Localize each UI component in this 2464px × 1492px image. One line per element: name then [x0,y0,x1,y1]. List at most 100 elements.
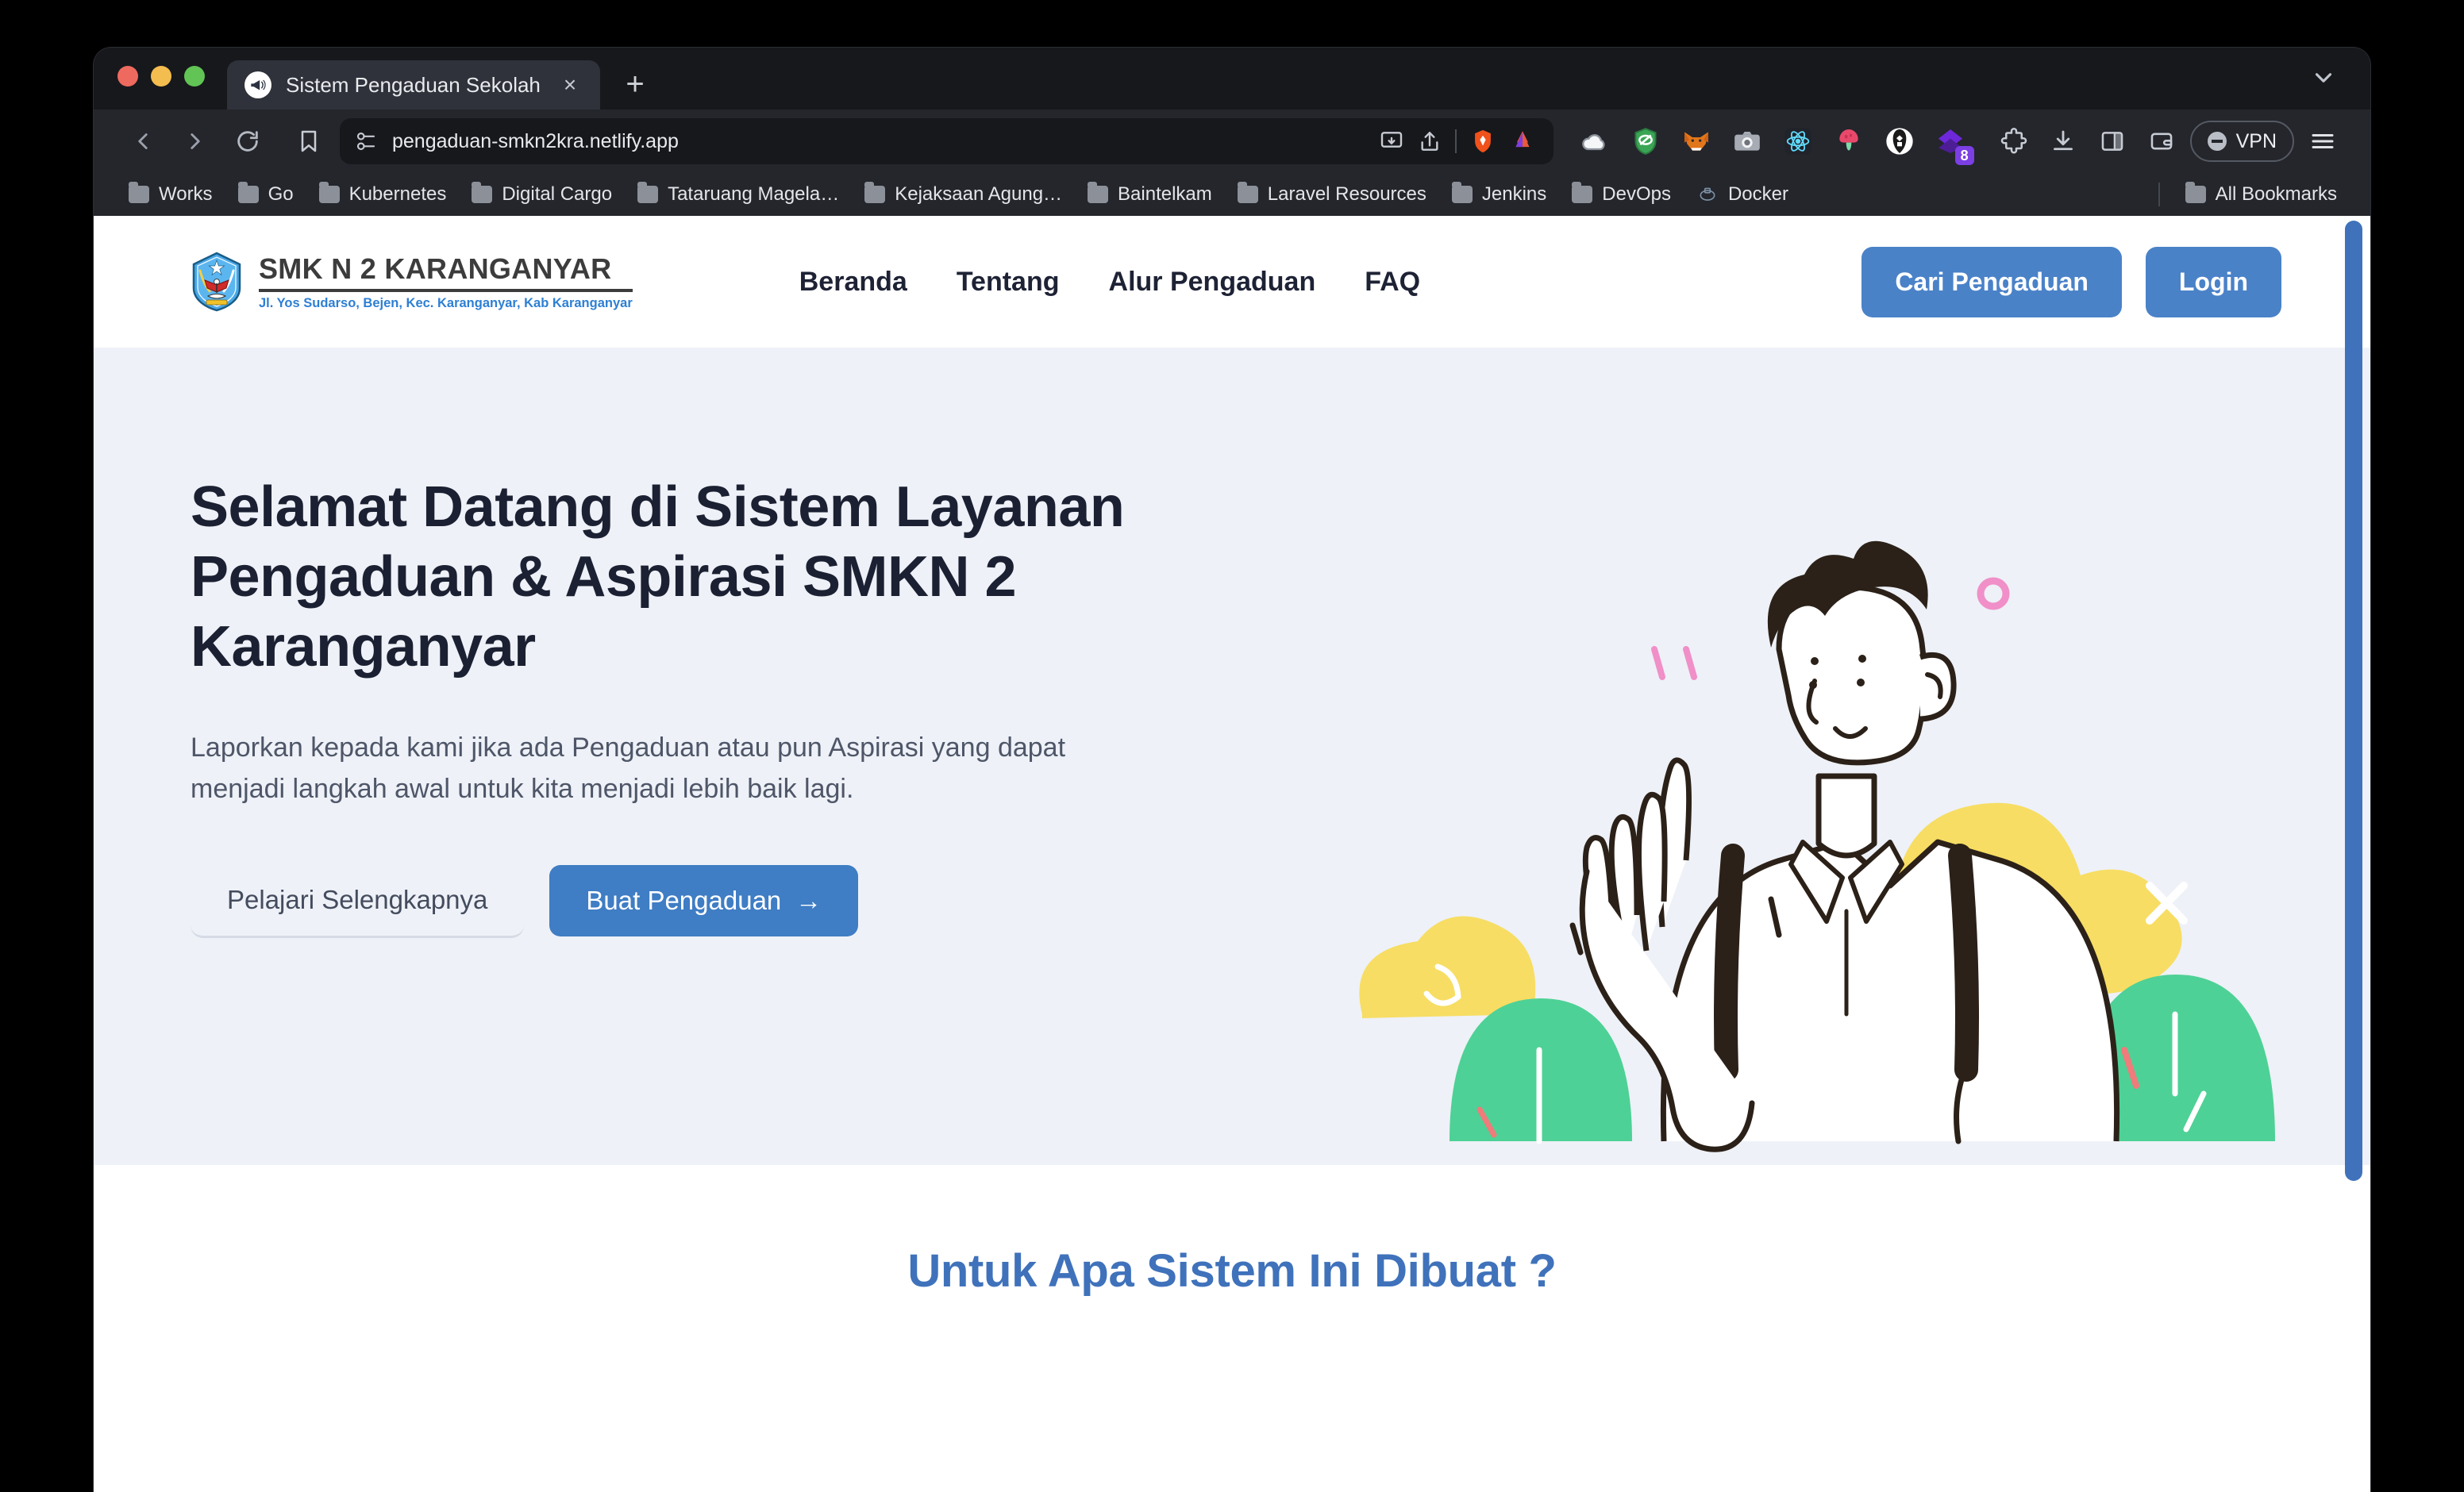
docker-icon [1696,184,1719,205]
wallet-icon[interactable] [2141,121,2182,162]
scrollbar-thumb[interactable] [2345,221,2362,1181]
password-manager-extension-icon[interactable] [1882,124,1917,159]
vpn-status-dot [2207,132,2227,151]
folder-icon [1088,182,1109,203]
nav-item-tentang[interactable]: Tentang [957,267,1060,298]
bookmark-item[interactable]: Tataruang Magela… [626,179,850,210]
bookmark-label: Tataruang Magela… [668,183,840,205]
purpose-section: Untuk Apa Sistem Ini Dibuat ? [94,1165,2370,1492]
tab-search-button[interactable] [2310,64,2337,95]
bookmark-icon[interactable] [289,121,329,161]
all-bookmarks-button[interactable]: All Bookmarks [2174,179,2348,210]
omnibox-actions [1379,128,1539,155]
browser-menu-icon[interactable] [2302,121,2343,162]
nav-item-beranda[interactable]: Beranda [799,267,907,298]
folder-icon [1237,182,1258,203]
folder-icon [2185,182,2206,203]
brave-lion-icon [1474,129,1491,153]
brave-shields-icon[interactable] [1469,128,1496,155]
folder-icon [318,182,340,203]
back-button[interactable] [121,119,165,163]
bookmark-label: Go [268,183,294,205]
forward-button[interactable] [173,119,218,163]
bookmark-item[interactable]: Baintelkam [1076,179,1223,210]
downloads-icon[interactable] [2042,121,2084,162]
close-icon[interactable]: × [557,74,583,96]
folder-icon [864,182,886,203]
chevron-down-icon [2315,73,2332,83]
waving-person-illustration [1359,540,2275,1152]
cloud-extension-icon[interactable] [1577,124,1612,159]
brand-divider [259,288,633,292]
folder-icon [637,182,659,203]
all-bookmarks-label: All Bookmarks [2215,183,2337,205]
chevron-right-icon [191,133,200,149]
site-header: SMK N 2 KARANGANYAR Jl. Yos Sudarso, Bej… [94,216,2370,348]
page-scrollbar[interactable] [2345,221,2362,1181]
new-tab-button[interactable]: + [618,68,653,100]
bookmark-item[interactable]: Jenkins [1441,179,1557,210]
permissions-key-icon[interactable] [354,129,378,153]
folder-icon [1451,182,1473,203]
vpn-label: VPN [2235,129,2277,152]
brand-logo[interactable]: SMK N 2 KARANGANYAR Jl. Yos Sudarso, Bej… [191,252,633,312]
folder-icon [237,182,259,203]
bookmark-item[interactable]: Laravel Resources [1226,179,1438,210]
brand-text: SMK N 2 KARANGANYAR Jl. Yos Sudarso, Bej… [259,253,633,310]
share-icon[interactable] [1417,129,1442,154]
hero-content: Selamat Datang di Sistem Layanan Pengadu… [191,348,1246,1165]
extensions-puzzle-icon[interactable] [1993,121,2035,162]
tab-strip: Sistem Pengaduan Sekolah × + [94,48,2370,110]
bookmark-item[interactable]: Kubernetes [308,179,458,210]
bookmark-item[interactable]: Works [117,179,224,210]
omnibox: pengaduan-smkn2kra.netlify.app [289,118,1553,164]
window-controls [117,48,205,110]
login-button[interactable]: Login [2145,246,2281,317]
folder-icon [1572,182,1593,203]
nav-item-alur-pengaduan[interactable]: Alur Pengaduan [1109,267,1316,298]
mushroom-extension-icon[interactable] [1831,124,1866,159]
bookmark-label: Docker [1727,183,1788,205]
browser-tab[interactable]: Sistem Pengaduan Sekolah × [227,60,600,110]
nav-item-faq[interactable]: FAQ [1365,267,1420,298]
bookmark-label: Kubernetes [348,183,447,205]
bookmark-label: Jenkins [1481,183,1547,205]
bookmark-item[interactable]: Kejaksaan Agung… [853,179,1073,210]
pelajari-selengkapnya-button[interactable]: Pelajari Selengkapnya [191,864,525,938]
bookmark-item[interactable]: Digital Cargo [460,179,623,210]
cast-icon[interactable] [1379,129,1404,154]
purple-diamond-extension-icon[interactable]: 8 [1933,124,1974,165]
react-devtools-extension-icon[interactable] [1781,124,1815,159]
hero-cta-group: Pelajari Selengkapnya Buat Pengaduan → [191,864,1246,938]
minimize-window-button[interactable] [151,66,171,87]
hero-title: Selamat Datang di Sistem Layanan Pengadu… [191,475,1125,679]
buat-pengaduan-label: Buat Pengaduan [586,886,782,916]
cari-pengaduan-button[interactable]: Cari Pengaduan [1861,246,2122,317]
url-text: pengaduan-smkn2kra.netlify.app [392,129,679,152]
bookmark-item[interactable]: Go [227,179,305,210]
close-window-button[interactable] [117,66,138,87]
address-bar[interactable]: pengaduan-smkn2kra.netlify.app [340,118,1553,164]
arrow-right-icon: → [795,886,822,916]
buat-pengaduan-button[interactable]: Buat Pengaduan → [549,865,859,937]
adblock-shield-extension-icon[interactable] [1628,124,1663,159]
sidebar-icon[interactable] [2092,121,2133,162]
hero-description: Laporkan kepada kami jika ada Pengaduan … [191,733,1066,805]
bookmark-item-docker[interactable]: Docker [1685,179,1800,210]
vpn-button[interactable]: VPN [2189,121,2294,162]
megaphone-icon [244,71,271,98]
screenshot-camera-extension-icon[interactable] [1730,124,1765,159]
metamask-fox-extension-icon[interactable] [1679,124,1714,159]
brave-rewards-icon[interactable] [1509,128,1536,155]
brand-subtitle: Jl. Yos Sudarso, Bejen, Kec. Karanganyar… [259,295,633,310]
bookmark-item[interactable]: DevOps [1561,179,1682,210]
triangle-icon [1515,131,1530,148]
browser-window: Sistem Pengaduan Sekolah × + pengaduan-s… [94,48,2370,1492]
purpose-section-title: Untuk Apa Sistem Ini Dibuat ? [907,1245,1557,1297]
hero-illustration [1246,348,2323,1165]
bookmark-label: Digital Cargo [502,183,613,205]
chevron-left-icon [138,133,148,149]
maximize-window-button[interactable] [184,66,205,87]
bookmarks-divider [2158,183,2160,206]
reload-button[interactable] [225,119,270,163]
